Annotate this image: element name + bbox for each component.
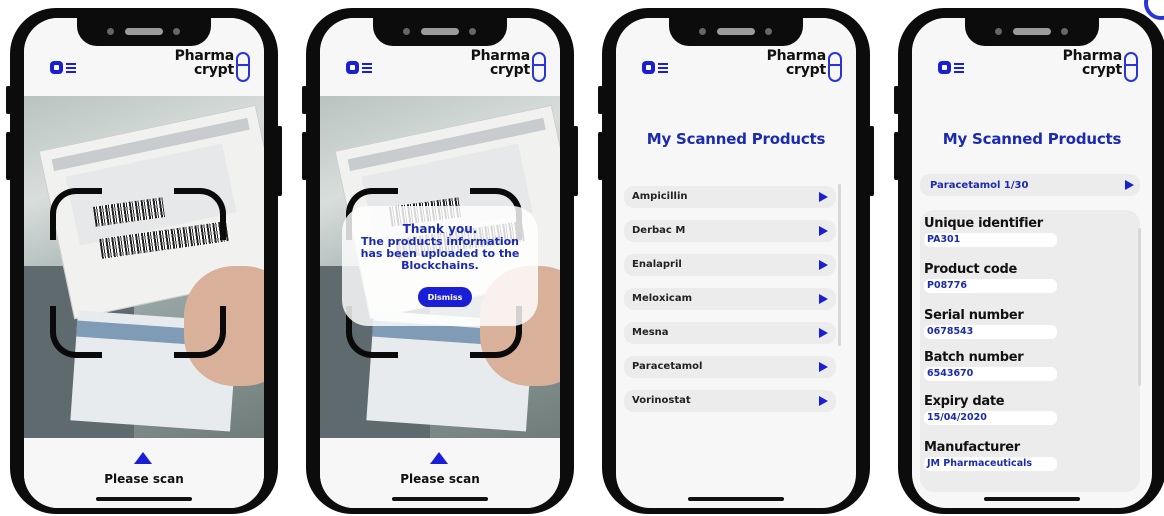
pharmacrypt-logo: Pharma crypt xyxy=(162,48,252,84)
field-value: 15/04/2020 xyxy=(924,411,1057,425)
dismiss-button[interactable]: Dismiss xyxy=(418,287,472,307)
field-serial-number: Serial number 0678543 xyxy=(924,308,1064,339)
pharmacrypt-logo-icon xyxy=(828,52,842,82)
arrow-right-icon[interactable] xyxy=(819,396,828,406)
field-value: P08776 xyxy=(924,279,1057,293)
menu-icon[interactable] xyxy=(50,61,76,75)
scan-frame-corner xyxy=(174,188,226,240)
phone-product-list: Pharma crypt My Scanned Products Ampicill… xyxy=(598,8,874,514)
scan-frame-corner xyxy=(50,306,102,358)
page-title: My Scanned Products xyxy=(646,130,826,148)
arrow-right-icon[interactable] xyxy=(819,192,828,202)
screen-product-list: Pharma crypt My Scanned Products Ampicill… xyxy=(616,18,856,508)
field-batch-number: Batch number 6543670 xyxy=(924,350,1064,381)
list-item[interactable]: Derbac M xyxy=(624,220,836,242)
pharmacrypt-logo-icon xyxy=(532,52,546,82)
pharmacrypt-logo: Pharma crypt xyxy=(754,48,844,84)
pharmacrypt-logo-icon xyxy=(1124,52,1138,82)
scrollbar[interactable] xyxy=(838,184,841,346)
product-list: Ampicillin Derbac M Enalapril Meloxicam … xyxy=(624,186,836,424)
arrow-right-icon[interactable] xyxy=(819,362,828,372)
pharmacrypt-logo: Pharma crypt xyxy=(1050,48,1140,84)
phone-scan: Pharma crypt Please scan xyxy=(6,8,282,514)
field-unique-identifier: Unique identifier PA301 xyxy=(924,216,1064,247)
field-expiry-date: Expiry date 15/04/2020 xyxy=(924,394,1064,425)
menu-icon[interactable] xyxy=(938,61,964,75)
arrow-up-icon[interactable] xyxy=(134,452,152,464)
field-value: 6543670 xyxy=(924,367,1057,381)
list-item[interactable]: Meloxicam xyxy=(624,288,836,310)
arrow-up-icon[interactable] xyxy=(430,452,448,464)
screen-upload-confirm: Pharma crypt Thank you. The products info… xyxy=(320,18,560,508)
upload-confirmation-dialog: Thank you. The products information has … xyxy=(342,206,538,326)
field-value: JM Pharmaceuticals xyxy=(924,457,1057,471)
arrow-right-icon[interactable] xyxy=(819,328,828,338)
menu-icon[interactable] xyxy=(346,61,372,75)
list-item[interactable]: Paracetamol xyxy=(624,356,836,378)
screen-scan: Pharma crypt Please scan xyxy=(24,18,264,508)
menu-icon[interactable] xyxy=(642,61,668,75)
list-item[interactable]: Mesna xyxy=(624,322,836,344)
field-manufacturer: Manufacturer JM Pharmaceuticals xyxy=(924,440,1064,471)
scan-label[interactable]: Please scan xyxy=(24,472,264,486)
screen-product-details: Pharma crypt My Scanned Products Paraceta… xyxy=(912,18,1152,508)
selected-product[interactable]: Paracetamol 1/30 xyxy=(920,174,1140,196)
phone-upload-confirm: Pharma crypt Thank you. The products info… xyxy=(302,8,578,514)
pharmacrypt-logo-icon xyxy=(236,52,250,82)
field-value: 0678543 xyxy=(924,325,1057,339)
pharmacrypt-logo: Pharma crypt xyxy=(458,48,548,84)
list-item[interactable]: Enalapril xyxy=(624,254,836,276)
camera-view xyxy=(24,96,264,438)
field-value: PA301 xyxy=(924,233,1057,247)
scan-label[interactable]: Please scan xyxy=(320,472,560,486)
scan-frame-corner xyxy=(50,188,102,240)
arrow-right-icon[interactable] xyxy=(819,260,828,270)
confirmation-message: Thank you. The products information has … xyxy=(360,222,520,272)
page-title: My Scanned Products xyxy=(942,130,1122,148)
scan-frame-corner xyxy=(174,306,226,358)
arrow-right-icon[interactable] xyxy=(819,294,828,304)
scrollbar[interactable] xyxy=(1138,228,1141,386)
list-item[interactable]: Vorinostat xyxy=(624,390,836,412)
arrow-right-icon[interactable] xyxy=(819,226,828,236)
arrow-right-icon[interactable] xyxy=(1125,180,1134,190)
field-product-code: Product code P08776 xyxy=(924,262,1064,293)
phone-product-details: Pharma crypt My Scanned Products Paraceta… xyxy=(894,8,1164,514)
list-item[interactable]: Ampicillin xyxy=(624,186,836,208)
